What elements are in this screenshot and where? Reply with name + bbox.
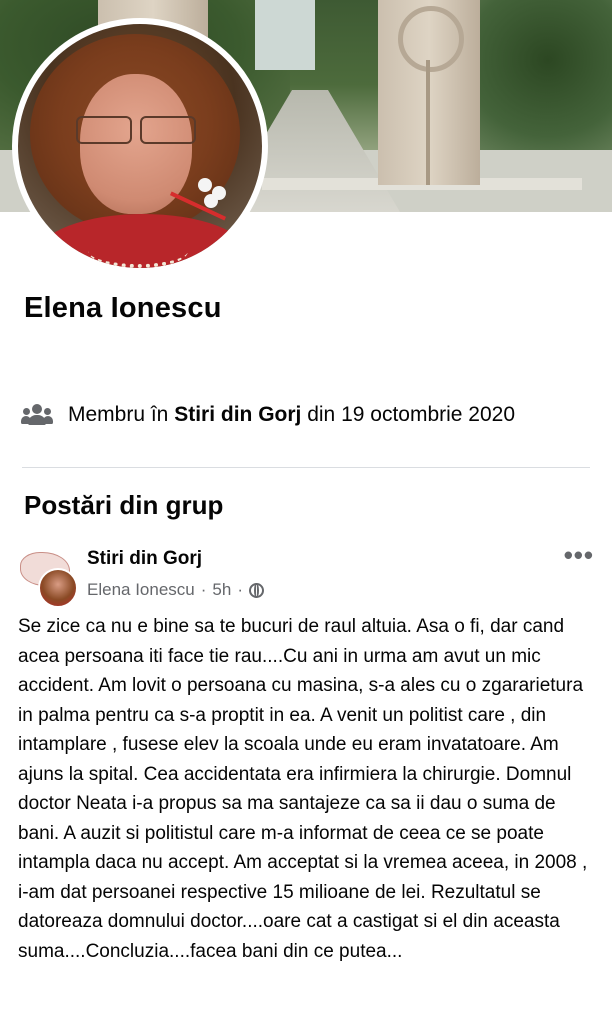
cover-sky (255, 0, 315, 70)
cover-pillar-right (378, 0, 480, 185)
avatar-photo (18, 24, 262, 268)
post-body-text: Se zice ca nu e bine sa te bucuri de rau… (18, 616, 588, 962)
globe-icon (249, 582, 265, 598)
section-divider (22, 467, 590, 468)
post-author[interactable]: Elena Ionescu (87, 580, 195, 600)
post-time[interactable]: 5h (212, 580, 231, 600)
profile-avatar[interactable] (12, 18, 268, 274)
pillar-ring (398, 6, 464, 72)
membership-prefix: Membru în (68, 403, 175, 426)
avatar-glasses (76, 116, 196, 144)
membership-suffix: din 19 octombrie 2020 (301, 403, 516, 426)
membership-text: Membru în Stiri din Gorj din 19 octombri… (68, 403, 515, 427)
post-header: Stiri din Gorj Elena Ionescu · 5h · ••• (16, 542, 606, 608)
section-title: Postări din grup (24, 490, 224, 520)
group-icon (21, 404, 53, 426)
post-group-name[interactable]: Stiri din Gorj (87, 548, 202, 570)
author-avatar[interactable] (38, 568, 78, 608)
membership-group-link[interactable]: Stiri din Gorj (174, 403, 301, 426)
meta-separator-2: · (237, 580, 244, 599)
pillar-slit (426, 60, 430, 185)
post-meta: Elena Ionescu · 5h · (87, 580, 265, 600)
membership-row: Membru în Stiri din Gorj din 19 octombri… (21, 403, 515, 427)
avatar-flower (168, 174, 238, 234)
profile-name: Elena Ionescu (24, 292, 222, 324)
avatar-pearls (88, 234, 188, 268)
more-options-button[interactable]: ••• (564, 542, 594, 568)
meta-separator: · (200, 580, 207, 599)
